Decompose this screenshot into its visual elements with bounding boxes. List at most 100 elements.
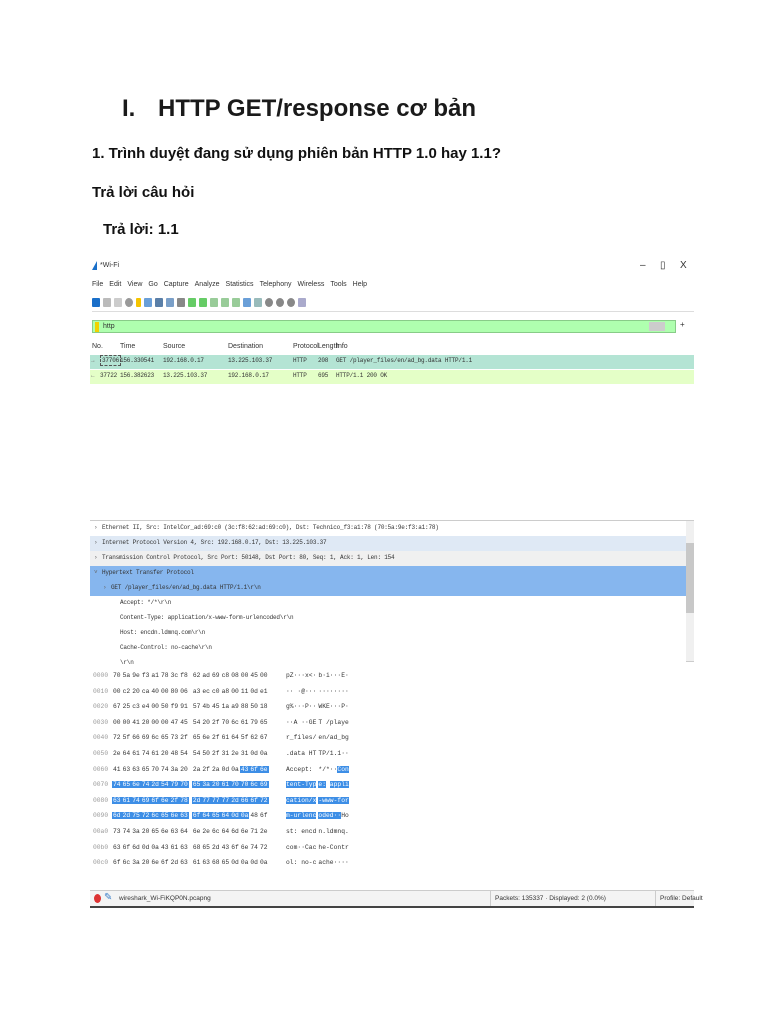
column-header-no[interactable]: No. (92, 343, 103, 350)
hex-byte[interactable]: 3a (131, 859, 141, 866)
hex-byte[interactable]: 6c (230, 719, 240, 726)
hex-byte[interactable]: 65 (121, 781, 132, 789)
hex-byte[interactable]: 6e (259, 765, 269, 773)
hex-byte[interactable]: 74 (112, 781, 122, 789)
ascii-char[interactable]: · (313, 703, 317, 710)
hex-byte[interactable]: 2f (179, 734, 189, 741)
hex-byte[interactable]: 45 (179, 719, 189, 726)
hex-byte[interactable]: 0a (240, 859, 250, 866)
hex-byte[interactable]: 57 (192, 703, 202, 710)
hex-row[interactable]: 0050 2e 64 61 74 61 20 48 54 54 50 2f 31 2e 31 0d 0a. d a t… (90, 750, 694, 765)
hex-row[interactable]: 0010 00 c2 20 ca 40 00 80 06 a3 ec c0 a8 00 11 0d e1 · · ·… (90, 688, 694, 703)
hex-byte[interactable]: 47 (170, 719, 180, 726)
hex-byte[interactable]: 2d (230, 796, 240, 804)
detail-line[interactable]: › Transmission Control Protocol, Src Port… (90, 551, 686, 566)
hex-byte[interactable]: 20 (141, 859, 151, 866)
hex-byte[interactable]: 65 (221, 859, 231, 866)
hex-byte[interactable]: 6e (192, 828, 202, 835)
menu-item-telephony[interactable]: Telephony (260, 281, 292, 288)
hex-byte[interactable]: 0d (221, 766, 231, 773)
hex-byte[interactable]: 48 (249, 812, 259, 819)
hex-byte[interactable]: 63 (170, 828, 180, 835)
expert-info-icon[interactable] (94, 894, 101, 903)
hex-byte[interactable]: f3 (141, 672, 151, 679)
hex-byte[interactable]: 6c (150, 812, 160, 820)
hex-byte[interactable]: 2a (211, 766, 221, 773)
ascii-char[interactable]: : (294, 828, 298, 835)
hex-byte[interactable]: 6e (169, 812, 180, 820)
hex-byte[interactable]: 6f (249, 765, 259, 773)
hex-byte[interactable]: 64 (201, 812, 211, 820)
hex-byte[interactable]: 61 (220, 781, 231, 789)
menu-item-file[interactable]: File (92, 281, 103, 288)
hex-byte[interactable]: 00 (150, 703, 160, 710)
hex-byte[interactable]: c3 (131, 703, 141, 710)
bookmark-icon[interactable] (95, 322, 99, 332)
hex-byte[interactable]: 00 (160, 719, 170, 726)
hex-byte[interactable]: a3 (192, 688, 202, 695)
hex-byte[interactable]: 62 (249, 734, 259, 741)
hex-byte[interactable]: 45 (249, 672, 259, 679)
hex-byte[interactable]: 20 (201, 719, 211, 726)
hex-byte[interactable]: 41 (131, 719, 141, 726)
hex-byte[interactable]: 68 (192, 844, 202, 851)
ascii-char[interactable]: i (345, 781, 349, 789)
hex-byte[interactable]: c0 (211, 688, 221, 695)
hex-byte[interactable]: 74 (249, 844, 259, 851)
ascii-char[interactable]: a (301, 750, 305, 757)
save-file-icon[interactable] (144, 298, 152, 307)
menu-item-wireless[interactable]: Wireless (297, 281, 324, 288)
hex-byte[interactable]: 72 (112, 734, 122, 741)
hex-byte[interactable]: 25 (122, 703, 132, 710)
hex-byte[interactable]: 79 (249, 719, 259, 726)
hex-byte[interactable]: 61 (240, 719, 250, 726)
hex-byte[interactable]: 65 (141, 766, 151, 773)
hex-row[interactable]: 0070 74 65 6e 74 2d 54 79 70 65 3a 20 61 70 70 6c 69 t e n t… (90, 781, 694, 796)
hex-byte[interactable]: 0a (259, 750, 269, 757)
hex-byte[interactable]: 79 (169, 781, 180, 789)
hex-byte[interactable]: 6c (211, 828, 221, 835)
go-to-packet-icon[interactable] (210, 298, 218, 307)
column-header-time[interactable]: Time (120, 343, 135, 350)
packet-row[interactable]: → 37706 156.330541 192.168.0.17 13.225.103.3… (90, 355, 694, 369)
first-packet-icon[interactable] (221, 298, 229, 307)
ascii-char[interactable]: E (313, 719, 317, 726)
hex-byte[interactable]: 63 (112, 796, 122, 804)
last-packet-icon[interactable] (232, 298, 240, 307)
ascii-char[interactable]: d (313, 828, 317, 835)
menu-item-capture[interactable]: Capture (164, 281, 189, 288)
ascii-char[interactable]: p (312, 781, 317, 789)
hex-byte[interactable]: 65 (259, 719, 269, 726)
menu-item-help[interactable]: Help (353, 281, 367, 288)
ascii-char[interactable]: : (294, 859, 298, 866)
hex-byte[interactable]: 64 (230, 734, 240, 741)
hex-byte[interactable]: a9 (230, 703, 240, 710)
hex-byte[interactable]: 61 (221, 734, 231, 741)
hex-byte[interactable]: 43 (239, 765, 250, 773)
hex-row[interactable]: 0020 67 25 c3 e4 00 50 f9 91 57 4b 45 1a a9 88 50 18 g% · ·… (90, 703, 694, 718)
hex-byte[interactable]: 54 (179, 750, 189, 757)
detail-line[interactable]: Content-Type: application/x-www-form-url… (90, 611, 686, 626)
hex-byte[interactable]: 2f (211, 719, 221, 726)
hex-byte[interactable]: 6d (112, 812, 122, 820)
hex-byte[interactable]: 45 (211, 703, 221, 710)
hex-byte[interactable]: 08 (230, 672, 240, 679)
hex-byte[interactable]: 91 (179, 703, 189, 710)
hex-byte[interactable]: 68 (211, 859, 221, 866)
hex-byte[interactable]: 67 (259, 734, 269, 741)
ascii-char[interactable]: · (290, 688, 294, 695)
hex-byte[interactable]: 61 (121, 796, 132, 804)
hex-byte[interactable]: 70 (230, 781, 240, 789)
hex-byte[interactable]: 63 (179, 844, 189, 851)
hex-byte[interactable]: 6e (160, 796, 170, 804)
hex-byte[interactable]: 48 (170, 750, 180, 757)
ascii-char[interactable]: e (345, 719, 349, 726)
hex-byte[interactable]: 54 (192, 750, 202, 757)
hex-byte[interactable]: 6f (160, 859, 170, 866)
hex-byte[interactable]: 77 (201, 796, 211, 804)
hex-byte[interactable]: 63 (201, 859, 211, 866)
hex-byte[interactable]: 40 (150, 688, 160, 695)
hex-byte[interactable]: 74 (131, 796, 141, 804)
hex-byte[interactable]: 70 (179, 781, 189, 789)
hex-byte[interactable]: 43 (221, 844, 231, 851)
